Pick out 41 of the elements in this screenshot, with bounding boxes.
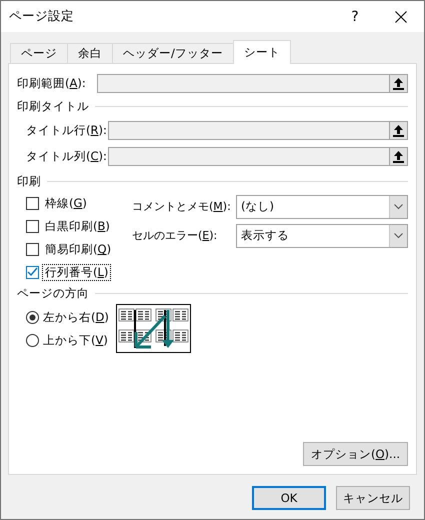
section-heading: ページの方向 <box>17 286 89 301</box>
dropdown-label: コメントとメモ(M): <box>132 199 232 214</box>
reference-field[interactable] <box>108 121 408 140</box>
field-label: タイトル列(C): <box>26 149 108 164</box>
checkbox-label[interactable]: 枠線(G) <box>42 195 90 212</box>
tab[interactable]: ページ <box>10 43 68 63</box>
radio-label[interactable]: 左から右(D) <box>43 310 109 325</box>
upload-icon <box>393 124 404 136</box>
checkbox-label[interactable]: 行列番号(L) <box>42 264 112 281</box>
dropdown[interactable]: 表示する <box>236 224 408 248</box>
options-button[interactable]: オプション(O)... <box>302 442 408 466</box>
checkbox[interactable] <box>26 197 39 210</box>
upload-icon <box>393 78 404 90</box>
section-heading: 印刷タイトル <box>17 99 89 114</box>
reference-field[interactable] <box>97 74 408 93</box>
checkbox-label[interactable]: 簡易印刷(Q) <box>42 241 114 258</box>
close-icon[interactable] <box>395 10 407 22</box>
help-button[interactable]: ? <box>332 8 378 24</box>
checkbox[interactable] <box>26 220 39 233</box>
field-label: 印刷範囲(A): <box>17 76 87 91</box>
radio-label[interactable]: 上から下(V) <box>43 333 108 348</box>
checkbox[interactable] <box>26 266 39 279</box>
upload-icon <box>393 150 404 162</box>
dropdown-label: セルのエラー(E): <box>132 228 218 243</box>
section-heading: 印刷 <box>17 174 41 189</box>
collapse-button[interactable] <box>389 121 408 140</box>
chevron-down-icon <box>394 204 403 210</box>
tab[interactable]: シート <box>232 40 291 64</box>
checkbox-label[interactable]: 白黒印刷(B) <box>42 218 113 235</box>
radio-button[interactable] <box>26 311 39 324</box>
field-label: タイトル行(R): <box>26 123 108 138</box>
chevron-down-icon <box>394 232 403 238</box>
dropdown[interactable]: (なし) <box>236 194 408 218</box>
checkbox[interactable] <box>26 243 39 256</box>
reference-field[interactable] <box>108 147 408 166</box>
collapse-button[interactable] <box>389 74 408 93</box>
radio-button[interactable] <box>26 334 39 347</box>
window-title: ページ設定 <box>9 8 75 25</box>
dialog-button[interactable]: OK <box>252 486 326 510</box>
dialog-button[interactable]: キャンセル <box>336 486 410 510</box>
collapse-button[interactable] <box>389 147 408 166</box>
